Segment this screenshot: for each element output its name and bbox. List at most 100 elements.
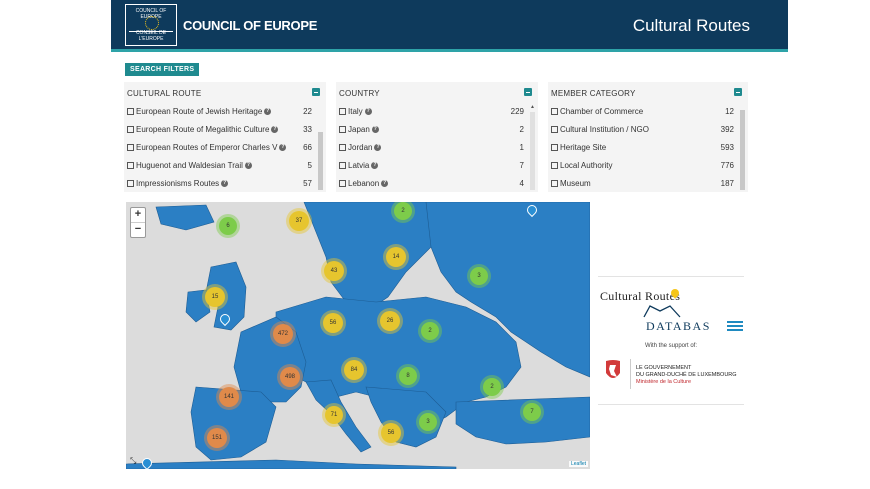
scrollbar[interactable] — [740, 110, 745, 190]
filter-option[interactable]: Impressionisms Routes? 57 — [127, 179, 312, 197]
filter-option[interactable]: Jordan? 1 — [339, 143, 524, 161]
support-text: With the support of: — [644, 343, 698, 349]
checkbox[interactable] — [339, 108, 346, 116]
council-of-europe-logo[interactable]: COUNCIL OF EUROPE CONSEIL DE L'EUROPE — [125, 4, 177, 46]
checkbox[interactable] — [127, 108, 134, 116]
zoom-out-button[interactable]: − — [131, 223, 145, 237]
scrollbar[interactable] — [318, 132, 323, 190]
filter-option[interactable]: Cultural Institution / NGO 392 — [551, 125, 734, 143]
map-cluster[interactable]: 2 — [394, 202, 412, 220]
option-count: 187 — [720, 179, 734, 188]
map-cluster[interactable]: 3 — [470, 267, 488, 285]
map-cluster[interactable]: 141 — [219, 387, 239, 407]
map-cluster[interactable]: 498 — [280, 367, 300, 387]
filter-option[interactable]: European Route of Megalithic Culture? 33 — [127, 125, 312, 143]
checkbox[interactable] — [339, 162, 346, 170]
luxembourg-government-text: LE GOUVERNEMENT DU GRAND-DUCHÉ DE LUXEMB… — [636, 365, 737, 386]
collapse-icon[interactable] — [524, 88, 532, 96]
checkbox[interactable] — [551, 162, 558, 170]
checkbox[interactable] — [339, 126, 346, 134]
site-header: COUNCIL OF EUROPE CONSEIL DE L'EUROPE CO… — [111, 0, 788, 52]
help-icon[interactable]: ? — [381, 180, 389, 188]
help-icon[interactable]: ? — [371, 126, 379, 134]
map-cluster[interactable]: 15 — [205, 287, 225, 307]
cultural-route-panel: CULTURAL ROUTE European Route of Jewish … — [124, 82, 326, 192]
help-icon[interactable]: ? — [264, 108, 272, 116]
open-book-icon — [643, 305, 681, 318]
search-filters-button[interactable]: SEARCH FILTERS — [125, 63, 200, 76]
gov-line-1: LE GOUVERNEMENT — [636, 365, 692, 371]
checkbox[interactable] — [127, 180, 134, 188]
option-label: Jordan — [348, 143, 373, 152]
option-count: 4 — [519, 179, 524, 188]
filter-option[interactable]: Museum 187 — [551, 179, 734, 197]
option-label: European Route of Megalithic Culture — [136, 125, 270, 134]
filter-option[interactable]: Japan? 2 — [339, 125, 524, 143]
help-icon[interactable]: ? — [371, 162, 379, 170]
help-icon[interactable]: ? — [364, 108, 372, 116]
leaflet-attribution[interactable]: Leaflet — [568, 461, 588, 467]
filter-option[interactable]: Latvia? 7 — [339, 161, 524, 179]
filter-option[interactable]: Local Authority 776 — [551, 161, 734, 179]
filter-option[interactable]: Huguenot and Waldesian Trail? 5 — [127, 161, 312, 179]
map-cluster[interactable]: 2 — [483, 378, 501, 396]
map-cluster[interactable]: 6 — [219, 217, 237, 235]
map-cluster[interactable]: 14 — [386, 247, 406, 267]
checkbox[interactable] — [551, 180, 558, 188]
filter-option[interactable]: European Routes of Emperor Charles V? 66 — [127, 143, 312, 161]
scroll-up-arrow-icon[interactable]: ▲ — [530, 104, 535, 110]
help-icon[interactable]: ? — [374, 144, 382, 152]
help-icon[interactable]: ? — [271, 126, 279, 134]
zoom-control[interactable]: + − — [130, 207, 146, 238]
divider — [630, 359, 631, 389]
option-label: Italy — [348, 107, 363, 116]
map-cluster[interactable]: 43 — [324, 261, 344, 281]
filter-option[interactable]: Lebanon? 4 — [339, 179, 524, 197]
zoom-in-button[interactable]: + — [131, 208, 145, 223]
map[interactable]: + − 6 37 2 43 14 3 15 472 56 26 2 498 84… — [126, 202, 590, 469]
help-icon[interactable]: ? — [279, 144, 287, 152]
collapse-icon[interactable] — [312, 88, 320, 96]
map-cluster[interactable]: 26 — [380, 311, 400, 331]
map-cluster[interactable]: 37 — [289, 211, 309, 231]
checkbox[interactable] — [551, 144, 558, 152]
filter-option[interactable]: European Route of Jewish Heritage? 22 — [127, 107, 312, 125]
checkbox[interactable] — [551, 108, 558, 116]
luxembourg-lion-emblem-icon — [606, 360, 620, 378]
option-label: European Route of Jewish Heritage — [136, 107, 263, 116]
map-cluster[interactable]: 56 — [323, 313, 343, 333]
checkbox[interactable] — [127, 162, 134, 170]
filter-option[interactable]: Italy? 229 — [339, 107, 524, 125]
checkbox[interactable] — [127, 144, 134, 152]
map-cluster[interactable]: 472 — [273, 324, 293, 344]
scrollbar[interactable] — [530, 112, 535, 190]
option-label: Museum — [560, 179, 591, 188]
collapse-icon[interactable] — [734, 88, 742, 96]
map-cluster[interactable]: 3 — [419, 413, 437, 431]
map-cluster[interactable]: 71 — [325, 406, 343, 424]
help-icon[interactable]: ? — [221, 180, 229, 188]
option-label: Chamber of Commerce — [560, 107, 644, 116]
help-icon[interactable]: ? — [244, 162, 252, 170]
gov-line-2: DU GRAND-DUCHÉ DE LUXEMBOURG — [636, 372, 737, 378]
site-title[interactable]: Cultural Routes — [633, 16, 750, 36]
map-cluster[interactable]: 8 — [399, 367, 417, 385]
member-category-panel: MEMBER CATEGORY Chamber of Commerce 12 Cu… — [548, 82, 748, 192]
checkbox[interactable] — [339, 144, 346, 152]
checkbox[interactable] — [339, 180, 346, 188]
option-count: 229 — [510, 107, 524, 116]
option-count: 7 — [519, 161, 524, 170]
checkbox[interactable] — [127, 126, 134, 134]
option-label: Huguenot and Waldesian Trail — [136, 161, 243, 170]
map-cluster[interactable]: 7 — [523, 403, 541, 421]
brand-name[interactable]: COUNCIL OF EUROPE — [183, 18, 317, 33]
filter-option[interactable]: Chamber of Commerce 12 — [551, 107, 734, 125]
fullscreen-icon[interactable]: ⤡ — [130, 456, 136, 466]
option-label: Heritage Site — [560, 143, 607, 152]
map-cluster[interactable]: 2 — [421, 322, 439, 340]
filter-option[interactable]: Heritage Site 593 — [551, 143, 734, 161]
map-cluster[interactable]: 84 — [344, 360, 364, 380]
map-cluster[interactable]: 151 — [207, 428, 227, 448]
map-cluster[interactable]: 56 — [381, 423, 401, 443]
checkbox[interactable] — [551, 126, 558, 134]
